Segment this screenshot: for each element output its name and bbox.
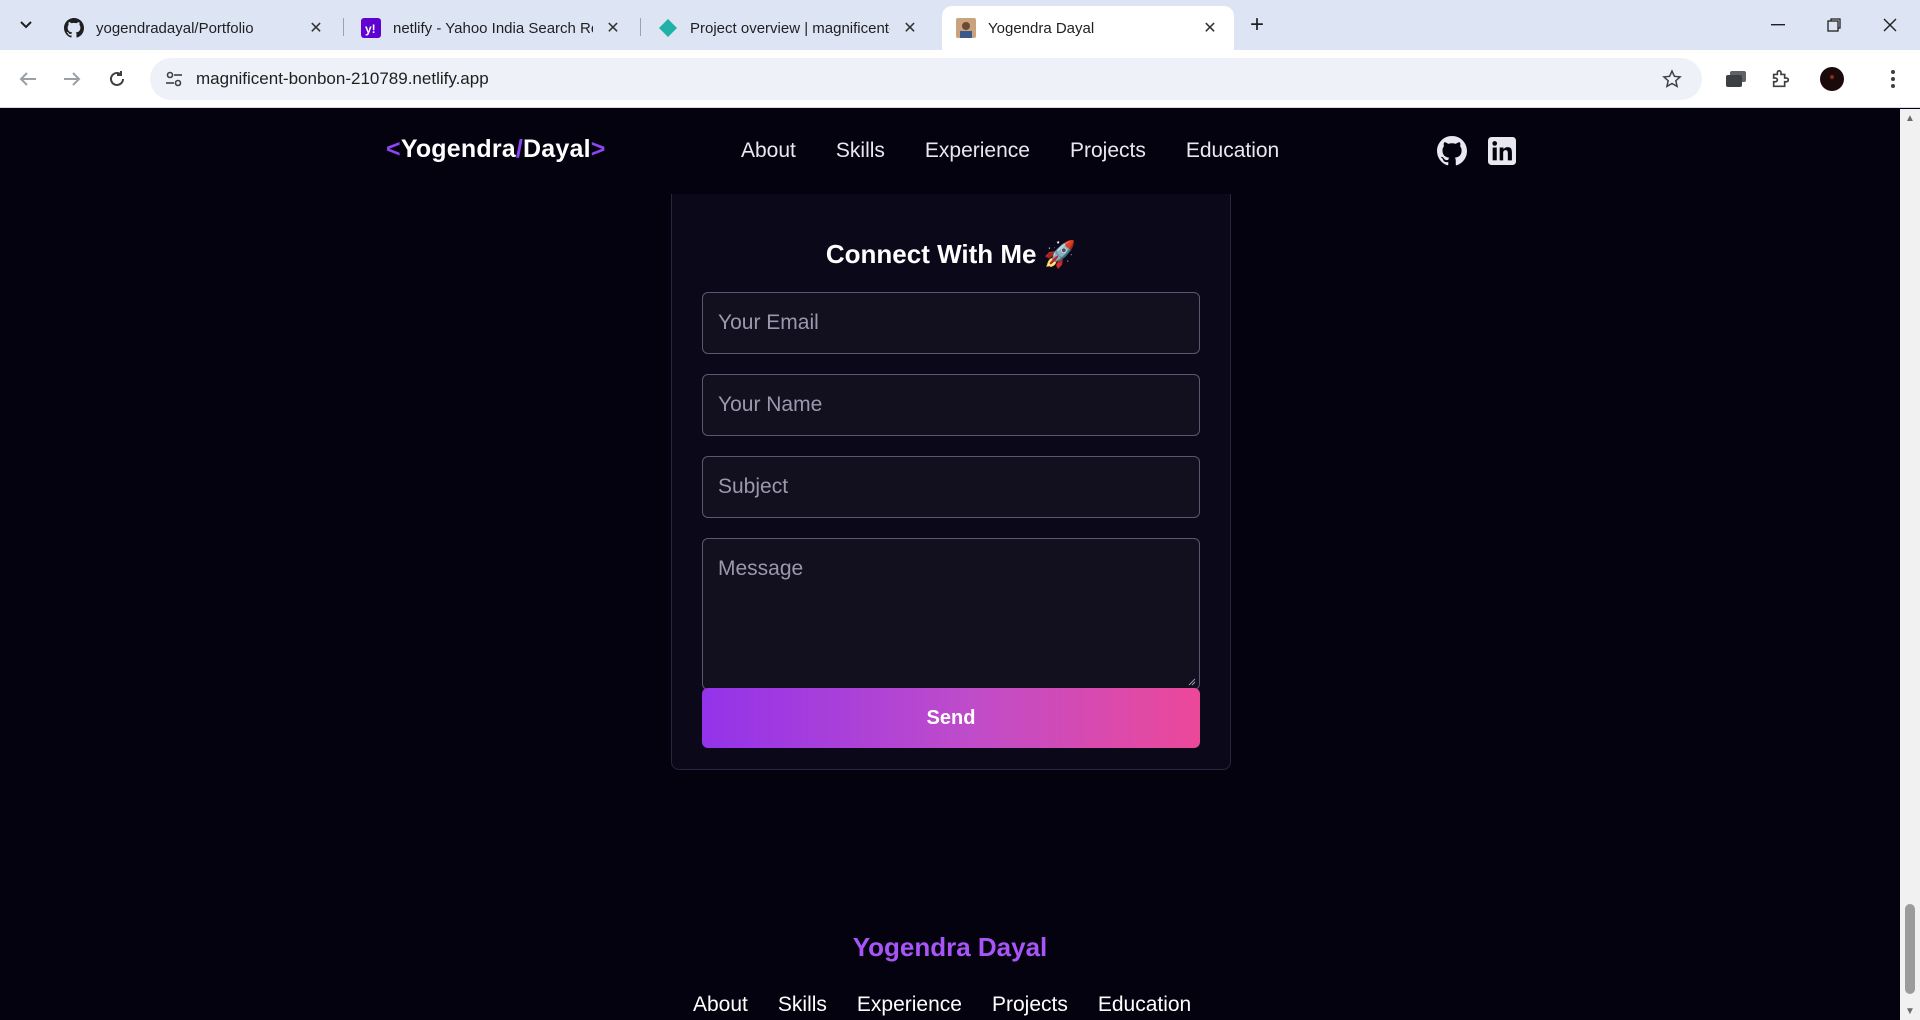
tab-title: yogendradayal/Portfolio: [96, 19, 254, 37]
logo-first-name: Yogendra: [400, 135, 516, 163]
site-logo[interactable]: <Yogendra/Dayal>: [386, 135, 606, 164]
tab-separator: [343, 18, 344, 36]
address-bar[interactable]: magnificent-bonbon-210789.netlify.app: [150, 58, 1702, 100]
message-textarea[interactable]: Message: [702, 538, 1200, 690]
name-field[interactable]: Your Name: [702, 374, 1200, 436]
restore-icon[interactable]: [1806, 0, 1862, 50]
back-arrow-icon[interactable]: [13, 64, 43, 94]
more-menu-icon[interactable]: [1878, 64, 1908, 94]
close-tab-icon[interactable]: ✕: [1200, 18, 1220, 38]
media-cast-icon[interactable]: [1721, 64, 1751, 94]
tab-search-chevron-icon[interactable]: [12, 12, 40, 38]
close-tab-icon[interactable]: ✕: [900, 18, 920, 38]
svg-text:y!: y!: [365, 22, 376, 36]
browser-toolbar: magnificent-bonbon-210789.netlify.app: [0, 50, 1920, 108]
logo-last-name: Dayal: [523, 135, 591, 163]
vertical-scrollbar[interactable]: ▲ ▼: [1900, 109, 1920, 1020]
nav-skills[interactable]: Skills: [836, 139, 885, 163]
browser-tabstrip: yogendradayal/Portfolio ✕ y! netlify - Y…: [0, 0, 1920, 50]
close-tab-icon[interactable]: ✕: [306, 18, 326, 38]
name-placeholder: Your Name: [718, 393, 823, 416]
scroll-up-arrow-icon[interactable]: ▲: [1904, 113, 1916, 124]
subject-field[interactable]: Subject: [702, 456, 1200, 518]
nav-education[interactable]: Education: [1186, 139, 1279, 163]
tab-title: netlify - Yahoo India Search Res: [393, 19, 593, 37]
site-header: <Yogendra/Dayal> About Skills Experience…: [0, 109, 1900, 194]
resize-grip-icon[interactable]: [1186, 676, 1196, 686]
page-viewport: Connect With Me 🚀 Your Email Your Name S…: [0, 109, 1900, 1020]
extensions-puzzle-icon[interactable]: [1766, 64, 1796, 94]
browser-tab[interactable]: y! netlify - Yahoo India Search Res ✕: [347, 6, 637, 50]
scroll-down-arrow-icon[interactable]: ▼: [1904, 1006, 1916, 1017]
footer-link-about[interactable]: About: [693, 993, 748, 1017]
nav-about[interactable]: About: [741, 139, 796, 163]
site-settings-icon[interactable]: [164, 69, 184, 89]
contact-card: Connect With Me 🚀 Your Email Your Name S…: [671, 139, 1231, 770]
message-placeholder: Message: [718, 557, 804, 580]
subject-placeholder: Subject: [718, 475, 789, 498]
footer-link-experience[interactable]: Experience: [857, 993, 962, 1017]
linkedin-icon[interactable]: [1486, 135, 1518, 167]
footer-link-education[interactable]: Education: [1098, 993, 1191, 1017]
contact-title: Connect With Me 🚀: [825, 239, 1077, 269]
profile-avatar-icon[interactable]: [1817, 64, 1847, 94]
profile-photo-icon: [956, 18, 976, 38]
url-text[interactable]: magnificent-bonbon-210789.netlify.app: [196, 69, 489, 89]
yahoo-icon: y!: [361, 18, 381, 38]
send-button[interactable]: Send: [702, 688, 1200, 748]
logo-close-bracket: >: [590, 135, 606, 163]
tab-separator: [640, 18, 641, 36]
footer-nav: About Skills Experience Projects Educati…: [693, 993, 1191, 1017]
logo-slash: /: [515, 135, 524, 163]
logo-open-bracket: <: [386, 135, 401, 163]
footer-brand[interactable]: Yogendra Dayal: [0, 932, 1900, 963]
main-nav: About Skills Experience Projects Educati…: [741, 139, 1279, 163]
github-icon[interactable]: [1436, 135, 1468, 167]
email-field[interactable]: Your Email: [702, 292, 1200, 354]
scroll-thumb[interactable]: [1905, 904, 1915, 994]
tab-title: Yogendra Dayal: [988, 19, 1095, 37]
new-tab-plus-icon[interactable]: +: [1242, 11, 1272, 38]
browser-tab[interactable]: Project overview | magnificent-b ✕: [644, 6, 934, 50]
github-icon: [64, 18, 84, 38]
browser-tab[interactable]: yogendradayal/Portfolio ✕: [50, 6, 340, 50]
netlify-icon: [658, 18, 678, 38]
tab-title: Project overview | magnificent-b: [690, 19, 890, 37]
close-window-icon[interactable]: [1862, 0, 1918, 50]
footer-link-skills[interactable]: Skills: [778, 993, 827, 1017]
forward-arrow-icon[interactable]: [57, 64, 87, 94]
nav-experience[interactable]: Experience: [925, 139, 1030, 163]
nav-projects[interactable]: Projects: [1070, 139, 1146, 163]
footer-link-projects[interactable]: Projects: [992, 993, 1068, 1017]
reload-icon[interactable]: [102, 64, 132, 94]
bookmark-star-icon[interactable]: [1660, 67, 1684, 91]
email-placeholder: Your Email: [718, 311, 819, 334]
minimize-icon[interactable]: [1750, 0, 1806, 50]
close-tab-icon[interactable]: ✕: [603, 18, 623, 38]
browser-tab-active[interactable]: Yogendra Dayal ✕: [942, 6, 1234, 50]
